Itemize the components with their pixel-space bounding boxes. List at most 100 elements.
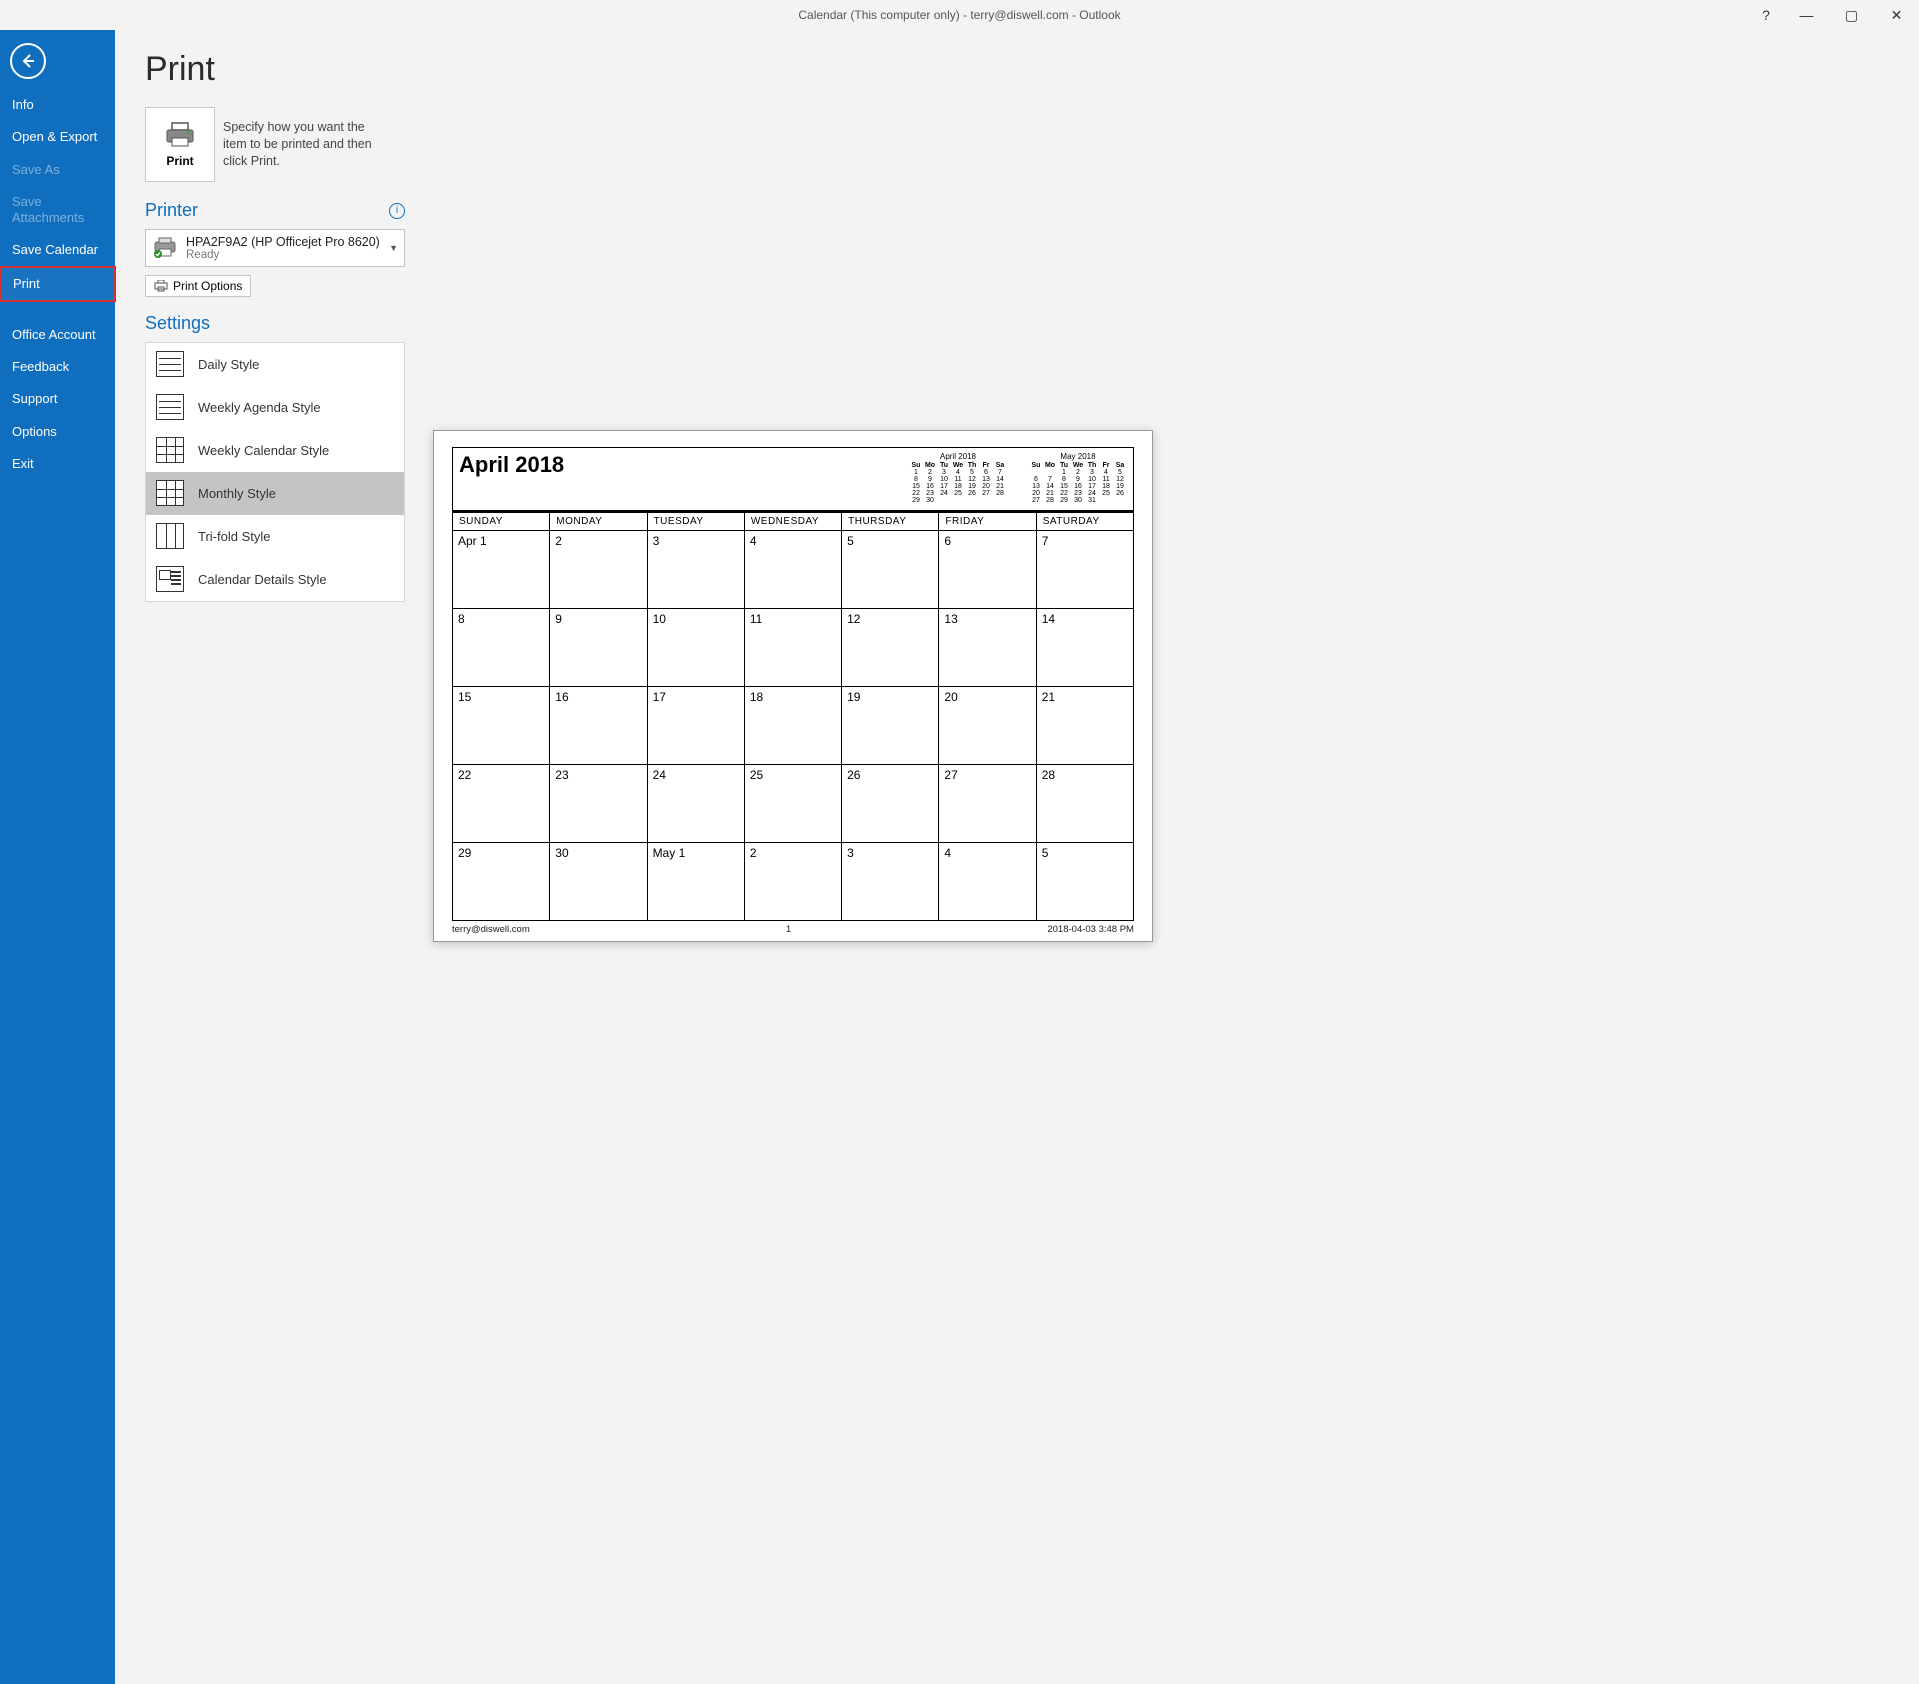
- sidebar-item-print[interactable]: Print: [0, 266, 116, 302]
- printer-status-icon: [152, 237, 178, 259]
- sidebar-item-open-export[interactable]: Open & Export: [0, 121, 115, 153]
- print-preview-page: April 2018 April 2018SuMoTuWeThFrSa12345…: [433, 430, 1153, 942]
- style-label: Weekly Agenda Style: [198, 400, 321, 415]
- calendar-day: 2: [745, 843, 842, 920]
- dow-cell: FRIDAY: [939, 513, 1036, 530]
- printer-icon: [165, 122, 195, 148]
- preview-footer: terry@diswell.com 1 2018-04-03 3:48 PM: [452, 924, 1134, 935]
- style-calendar-details-style[interactable]: Calendar Details Style: [146, 558, 404, 601]
- info-icon[interactable]: i: [389, 203, 405, 219]
- calendar-week: 2930May 12345: [453, 842, 1133, 920]
- calendar-day: 6: [939, 531, 1036, 608]
- sidebar-item-feedback[interactable]: Feedback: [0, 351, 115, 383]
- sidebar-item-office-account[interactable]: Office Account: [0, 319, 115, 351]
- calendar-day: 21: [1037, 687, 1133, 764]
- print-settings-panel: Print Print Specify how you want the ite…: [145, 50, 405, 1664]
- style-monthly-style[interactable]: Monthly Style: [146, 472, 404, 515]
- dow-cell: MONDAY: [550, 513, 647, 530]
- calendar-day: 24: [648, 765, 745, 842]
- calendar-day: 28: [1037, 765, 1133, 842]
- calendar-day: 17: [648, 687, 745, 764]
- mini-cal-title: May 2018: [1029, 452, 1127, 461]
- titlebar: Calendar (This computer only) - terry@di…: [0, 0, 1919, 30]
- calendar-week: 15161718192021: [453, 686, 1133, 764]
- sidebar-item-save-calendar[interactable]: Save Calendar: [0, 234, 115, 266]
- calendar-day: Apr 1: [453, 531, 550, 608]
- print-style-list: Daily Style Weekly Agenda Style Weekly Cal…: [145, 342, 405, 602]
- calendar-day: 20: [939, 687, 1036, 764]
- print-options-button[interactable]: Print Options: [145, 275, 251, 297]
- calendar-day: 26: [842, 765, 939, 842]
- style-weekly-agenda-style[interactable]: Weekly Agenda Style: [146, 386, 404, 429]
- calendar-day: 10: [648, 609, 745, 686]
- maximize-button[interactable]: ▢: [1829, 0, 1874, 30]
- calendar-month-title: April 2018: [459, 452, 564, 478]
- printer-heading-text: Printer: [145, 200, 198, 221]
- printer-heading: Printer i: [145, 200, 405, 221]
- print-tile-label: Print: [166, 154, 193, 168]
- style-daily-style[interactable]: Daily Style: [146, 343, 404, 386]
- calendar-day: 3: [648, 531, 745, 608]
- dow-cell: THURSDAY: [842, 513, 939, 530]
- content-area: Print Print Specify how you want the ite…: [115, 30, 1919, 1684]
- calendar-day: 14: [1037, 609, 1133, 686]
- calendar-day: 19: [842, 687, 939, 764]
- footer-timestamp: 2018-04-03 3:48 PM: [1047, 924, 1134, 935]
- style-icon: [156, 566, 184, 592]
- window-title: Calendar (This computer only) - terry@di…: [798, 8, 1120, 22]
- calendar-day: 12: [842, 609, 939, 686]
- printer-select[interactable]: HPA2F9A2 (HP Officejet Pro 8620) Ready ▼: [145, 229, 405, 267]
- calendar-day: 7: [1037, 531, 1133, 608]
- print-button[interactable]: Print: [145, 107, 215, 182]
- sidebar-item-exit[interactable]: Exit: [0, 448, 115, 480]
- sidebar-item-info[interactable]: Info: [0, 89, 115, 121]
- printer-small-icon: [154, 280, 168, 292]
- style-tri-fold-style[interactable]: Tri-fold Style: [146, 515, 404, 558]
- chevron-down-icon: ▼: [389, 243, 398, 253]
- close-button[interactable]: ✕: [1874, 0, 1919, 30]
- back-button[interactable]: [10, 43, 46, 79]
- arrow-left-icon: [19, 52, 37, 70]
- calendar-day: 5: [1037, 843, 1133, 920]
- style-label: Daily Style: [198, 357, 259, 372]
- dow-cell: TUESDAY: [648, 513, 745, 530]
- calendar-day: 23: [550, 765, 647, 842]
- settings-heading-text: Settings: [145, 313, 210, 334]
- mini-calendar: May 2018SuMoTuWeThFrSa123456789101112131…: [1029, 452, 1127, 504]
- calendar-day: 9: [550, 609, 647, 686]
- style-icon: [156, 437, 184, 463]
- print-description: Specify how you want the item to be prin…: [223, 119, 373, 170]
- dow-cell: WEDNESDAY: [745, 513, 842, 530]
- dow-cell: SUNDAY: [453, 513, 550, 530]
- dow-header: SUNDAYMONDAYTUESDAYWEDNESDAYTHURSDAYFRID…: [452, 513, 1134, 530]
- window-controls: ? — ▢ ✕: [1748, 0, 1919, 30]
- calendar-day: 30: [550, 843, 647, 920]
- calendar-grid: Apr 123456789101112131415161718192021222…: [452, 530, 1134, 921]
- calendar-day: 11: [745, 609, 842, 686]
- printer-status: Ready: [186, 249, 380, 261]
- calendar-day: May 1: [648, 843, 745, 920]
- minimize-button[interactable]: —: [1784, 0, 1829, 30]
- calendar-day: 5: [842, 531, 939, 608]
- calendar-day: 13: [939, 609, 1036, 686]
- calendar-day: 4: [745, 531, 842, 608]
- sidebar-item-save-as: Save As: [0, 154, 115, 186]
- settings-heading: Settings: [145, 313, 405, 334]
- style-label: Weekly Calendar Style: [198, 443, 329, 458]
- dow-cell: SATURDAY: [1037, 513, 1133, 530]
- backstage-sidebar: InfoOpen & ExportSave AsSave Attachments…: [0, 30, 115, 1684]
- calendar-week: Apr 1234567: [453, 530, 1133, 608]
- help-button[interactable]: ?: [1748, 0, 1784, 30]
- calendar-day: 8: [453, 609, 550, 686]
- sidebar-item-support[interactable]: Support: [0, 383, 115, 415]
- calendar-day: 27: [939, 765, 1036, 842]
- sidebar-item-options[interactable]: Options: [0, 416, 115, 448]
- style-icon: [156, 351, 184, 377]
- calendar-day: 22: [453, 765, 550, 842]
- print-preview-area: April 2018 April 2018SuMoTuWeThFrSa12345…: [433, 50, 1889, 1664]
- calendar-day: 16: [550, 687, 647, 764]
- mini-calendars: April 2018SuMoTuWeThFrSa1234567891011121…: [909, 452, 1127, 504]
- calendar-day: 25: [745, 765, 842, 842]
- style-weekly-calendar-style[interactable]: Weekly Calendar Style: [146, 429, 404, 472]
- printer-info: HPA2F9A2 (HP Officejet Pro 8620) Ready: [186, 235, 380, 261]
